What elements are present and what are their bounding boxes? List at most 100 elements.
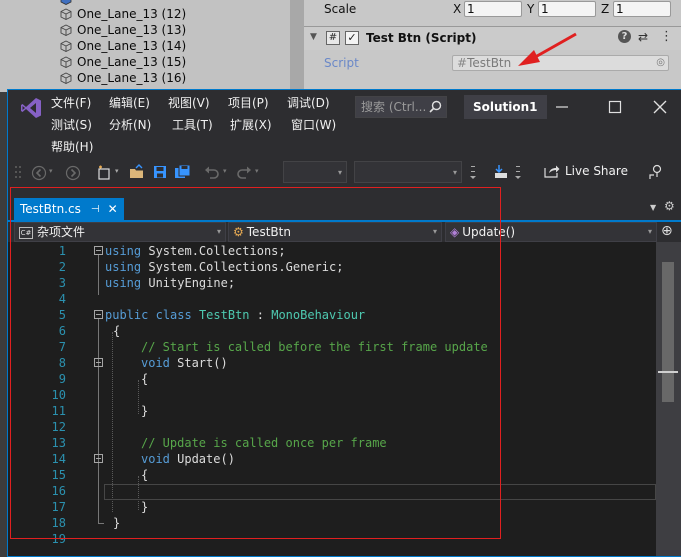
menu-project[interactable]: 项目(P) <box>228 96 269 110</box>
navigate-forward-icon[interactable] <box>65 165 81 181</box>
code-line: { <box>141 372 149 386</box>
menu-tools[interactable]: 工具(T) <box>172 118 213 132</box>
project-dropdown[interactable]: C# 杂项文件 ▾ <box>14 222 226 242</box>
undo-icon[interactable] <box>204 164 220 180</box>
line-number: 4 <box>58 292 66 306</box>
help-icon[interactable]: ? <box>618 30 631 43</box>
pin-icon[interactable]: ⊣ <box>91 204 100 215</box>
code-text: UnityEngine; <box>141 276 236 290</box>
component-menu-icon[interactable]: ⋮ <box>660 29 673 44</box>
menu-window[interactable]: 窗口(W) <box>291 118 336 132</box>
minimize-icon[interactable] <box>553 98 571 116</box>
new-project-icon[interactable] <box>96 164 112 180</box>
scale-z-field[interactable]: 1 <box>613 1 671 17</box>
menu-extensions[interactable]: 扩展(X) <box>230 118 272 132</box>
scale-z-label: Z <box>601 2 610 16</box>
script-object-field[interactable]: #TestBtn ◎ <box>452 55 669 71</box>
line-number: 9 <box>58 372 66 386</box>
collapse-toggle-icon[interactable] <box>94 310 103 319</box>
tab-close-icon[interactable]: ✕ <box>108 202 118 216</box>
document-tab-bar: TestBtn.cs ⊣ ✕ ▼ ⚙ <box>8 190 681 220</box>
line-number: 11 <box>51 404 66 418</box>
menu-debug[interactable]: 调试(D) <box>287 96 330 110</box>
hierarchy-item[interactable]: One_Lane_13 (15) <box>60 54 186 70</box>
save-icon[interactable] <box>152 164 168 180</box>
member-dropdown[interactable]: ◈ Update() ▾ <box>445 222 657 242</box>
foldout-arrow-icon[interactable]: ▼ <box>310 32 317 42</box>
split-window-icon[interactable]: ⊕ <box>661 223 673 239</box>
menu-test[interactable]: 测试(S) <box>51 118 92 132</box>
solution-platform-dropdown[interactable]: ▾ <box>354 161 462 183</box>
enabled-checkbox[interactable]: ✓ <box>345 31 359 45</box>
code-line: void Start() <box>141 355 228 371</box>
open-file-icon[interactable] <box>129 164 145 180</box>
keyword-void: void <box>141 452 170 466</box>
tab-testbtn-cs[interactable]: TestBtn.cs ⊣ ✕ <box>14 198 124 220</box>
outline-guide <box>98 468 99 524</box>
hierarchy-item[interactable]: One_Lane_13 (14) <box>60 38 186 54</box>
live-share-button[interactable]: Live Share <box>544 164 628 178</box>
solution-configuration-dropdown[interactable]: ▾ <box>283 161 347 183</box>
new-dropdown-arrow-icon[interactable]: ▾ <box>115 167 119 175</box>
attach-debugger-icon[interactable] <box>493 164 509 180</box>
class-type-icon: ⚙ <box>233 225 244 239</box>
scale-x-field[interactable]: 1 <box>464 1 522 17</box>
feedback-person-icon[interactable] <box>648 164 664 180</box>
menu-view[interactable]: 视图(V) <box>168 96 210 110</box>
vertical-scrollbar[interactable] <box>656 242 681 556</box>
tab-list-dropdown-icon[interactable]: ▼ <box>650 203 656 212</box>
unity-panel-separator[interactable] <box>290 0 304 92</box>
toolbar-overflow-icon[interactable] <box>513 164 523 182</box>
keyword-using: using <box>105 276 142 290</box>
toolbar-overflow-icon[interactable] <box>468 164 478 182</box>
keyword-using: using <box>105 260 142 274</box>
preset-settings-icon[interactable]: ⇄ <box>638 30 648 44</box>
save-all-icon[interactable] <box>174 164 191 180</box>
menu-help[interactable]: 帮助(H) <box>51 140 93 154</box>
redo-dropdown-arrow-icon[interactable]: ▾ <box>255 167 259 175</box>
code-editor[interactable]: 1 2 3 4 5 6 7 8 9 10 11 12 13 14 15 16 17 18 19 using Syst… <box>8 242 656 556</box>
search-input[interactable]: 搜索 (Ctrl... <box>355 96 447 118</box>
scale-y-label: Y <box>527 2 535 16</box>
back-dropdown-arrow-icon[interactable]: ▾ <box>49 167 53 175</box>
code-line: using System.Collections; <box>105 243 286 259</box>
line-number: 18 <box>51 516 66 530</box>
close-icon[interactable] <box>651 98 669 116</box>
line-number: 5 <box>58 308 66 322</box>
collapse-toggle-icon[interactable] <box>94 246 103 255</box>
undo-dropdown-arrow-icon[interactable]: ▾ <box>223 167 227 175</box>
cube-icon <box>60 8 72 20</box>
hierarchy-item[interactable]: One_Lane_13 (12) <box>60 6 186 22</box>
maximize-icon[interactable] <box>606 98 624 116</box>
navigate-back-icon[interactable] <box>31 165 47 181</box>
line-number: 10 <box>51 388 66 402</box>
menu-analyze[interactable]: 分析(N) <box>109 118 151 132</box>
script-hash-icon: # <box>326 31 340 45</box>
toolbar-grip-icon[interactable] <box>14 165 24 179</box>
class-dropdown[interactable]: ⚙ TestBtn ▾ <box>228 222 442 242</box>
keyword-using: using <box>105 244 142 258</box>
scrollbar-thumb[interactable] <box>662 262 674 402</box>
share-arrow-icon <box>544 165 560 178</box>
cube-icon <box>60 40 72 52</box>
collapse-toggle-icon[interactable] <box>94 454 103 463</box>
collapse-toggle-icon[interactable] <box>94 358 103 367</box>
code-line: } <box>113 516 121 530</box>
line-number: 17 <box>51 500 66 514</box>
menu-file[interactable]: 文件(F) <box>51 96 91 110</box>
hierarchy-item[interactable]: One_Lane_13 (13) <box>60 22 186 38</box>
object-picker-icon[interactable]: ◎ <box>656 56 665 70</box>
visual-studio-logo-icon[interactable] <box>20 97 42 119</box>
redo-icon[interactable] <box>236 164 252 180</box>
title-bar: 文件(F) 编辑(E) 视图(V) 项目(P) 调试(D) 测试(S) 分析(N… <box>8 90 681 156</box>
component-header[interactable]: ▼ # ✓ Test Btn (Script) ? ⇄ ⋮ <box>304 26 681 50</box>
code-text: System.Collections; <box>141 244 286 258</box>
solution-name-badge[interactable]: Solution1 <box>464 95 547 119</box>
hierarchy-item[interactable]: One_Lane_13 (16) <box>60 70 186 86</box>
scale-y-field[interactable]: 1 <box>538 1 596 17</box>
menu-edit[interactable]: 编辑(E) <box>109 96 150 110</box>
gear-icon[interactable]: ⚙ <box>664 199 675 213</box>
scale-label: Scale <box>324 2 357 16</box>
component-title: Test Btn (Script) <box>366 31 477 45</box>
base-class-name: MonoBehaviour <box>271 308 366 322</box>
